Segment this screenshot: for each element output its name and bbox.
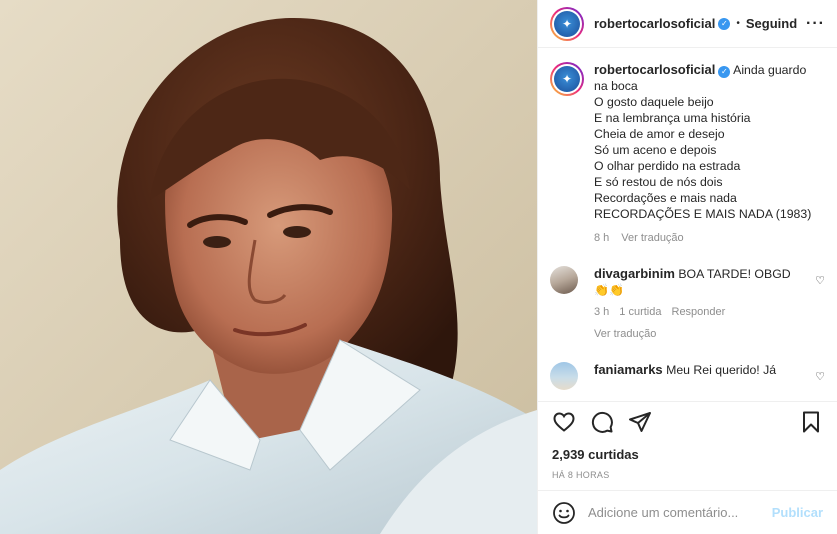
caption-username[interactable]: robertocarlosoficial xyxy=(594,62,715,77)
caption-line: E na lembrança uma história xyxy=(594,111,751,125)
more-options-icon[interactable]: ··· xyxy=(806,15,825,33)
comment-emoji: 👏👏 xyxy=(594,283,624,297)
caption-avatar[interactable]: ✦ xyxy=(550,62,584,96)
verified-badge-icon: ✓ xyxy=(718,17,731,30)
comments-list[interactable]: ✦ robertocarlosoficial ✓ Ainda guardo na … xyxy=(538,48,837,401)
caption-time: 8 h xyxy=(594,232,610,244)
author-avatar[interactable]: ✦ xyxy=(550,6,584,41)
caption-line: Só um aceno e depois xyxy=(594,143,717,157)
post-header: ✦ robertocarlosoficial ✓ • Seguind ··· xyxy=(538,0,837,48)
caption-line: Recordações e mais nada xyxy=(594,191,737,205)
post-actions xyxy=(538,401,837,441)
caption-line: O olhar perdido na estrada xyxy=(594,159,741,173)
caption: ✦ robertocarlosoficial ✓ Ainda guardo na … xyxy=(550,62,825,246)
commenter-avatar[interactable] xyxy=(550,266,578,294)
caption-line: E só restou de nós dois xyxy=(594,175,723,189)
comment: divagarbinim BOA TARDE! OBGD 👏👏 3 h 1 cu… xyxy=(550,266,825,342)
like-heart-icon[interactable] xyxy=(552,410,576,434)
following-button[interactable]: Seguind xyxy=(746,16,797,31)
caption-line: O gosto daquele beijo xyxy=(594,95,714,109)
likes-count[interactable]: 2,939 curtidas xyxy=(538,441,837,462)
commenter-username[interactable]: faniamarks xyxy=(594,362,663,377)
profile-logo-icon: ✦ xyxy=(554,66,580,92)
comment-text: Meu Rei querido! Já xyxy=(666,363,777,377)
verified-badge-icon: ✓ xyxy=(718,66,731,78)
caption-line: Cheia de amor e desejo xyxy=(594,127,725,141)
reply-button[interactable]: Responder xyxy=(672,304,726,320)
separator-dot: • xyxy=(736,18,740,29)
see-translation-link[interactable]: Ver tradução xyxy=(594,326,804,342)
emoji-icon[interactable] xyxy=(552,501,576,525)
post-sidebar: ✦ robertocarlosoficial ✓ • Seguind ··· ✦ xyxy=(537,0,837,534)
caption-line: na boca xyxy=(594,79,638,93)
comment-text: BOA TARDE! OBGD xyxy=(678,267,791,281)
comment-bubble-icon[interactable] xyxy=(590,410,614,434)
author-username[interactable]: robertocarlosoficial xyxy=(594,16,715,31)
add-comment-bar: Publicar xyxy=(538,490,837,534)
caption-line: Ainda guardo xyxy=(733,63,807,77)
post-photo[interactable] xyxy=(0,0,537,534)
see-translation-link[interactable]: Ver tradução xyxy=(621,230,683,246)
caption-meta: 8 h Ver tradução xyxy=(594,230,811,246)
commenter-username[interactable]: divagarbinim xyxy=(594,266,675,281)
like-comment-heart-icon[interactable]: ♡ xyxy=(815,370,825,383)
save-bookmark-icon[interactable] xyxy=(799,410,823,434)
instagram-post: ✦ robertocarlosoficial ✓ • Seguind ··· ✦ xyxy=(0,0,837,534)
comment-likes[interactable]: 1 curtida xyxy=(619,304,661,320)
caption-line: RECORDAÇÕES E MAIS NADA (1983) xyxy=(594,207,812,221)
share-send-icon[interactable] xyxy=(628,410,652,434)
post-timestamp: HÁ 8 HORAS xyxy=(552,470,610,480)
comment-time: 3 h xyxy=(594,306,610,318)
portrait-image xyxy=(0,0,537,534)
publish-button[interactable]: Publicar xyxy=(772,505,823,520)
comment-input[interactable] xyxy=(588,505,772,520)
like-comment-heart-icon[interactable]: ♡ xyxy=(815,274,825,287)
commenter-avatar[interactable] xyxy=(550,362,578,390)
profile-logo-icon: ✦ xyxy=(554,10,580,37)
comment: faniamarks Meu Rei querido! Já ♡ xyxy=(550,362,825,390)
